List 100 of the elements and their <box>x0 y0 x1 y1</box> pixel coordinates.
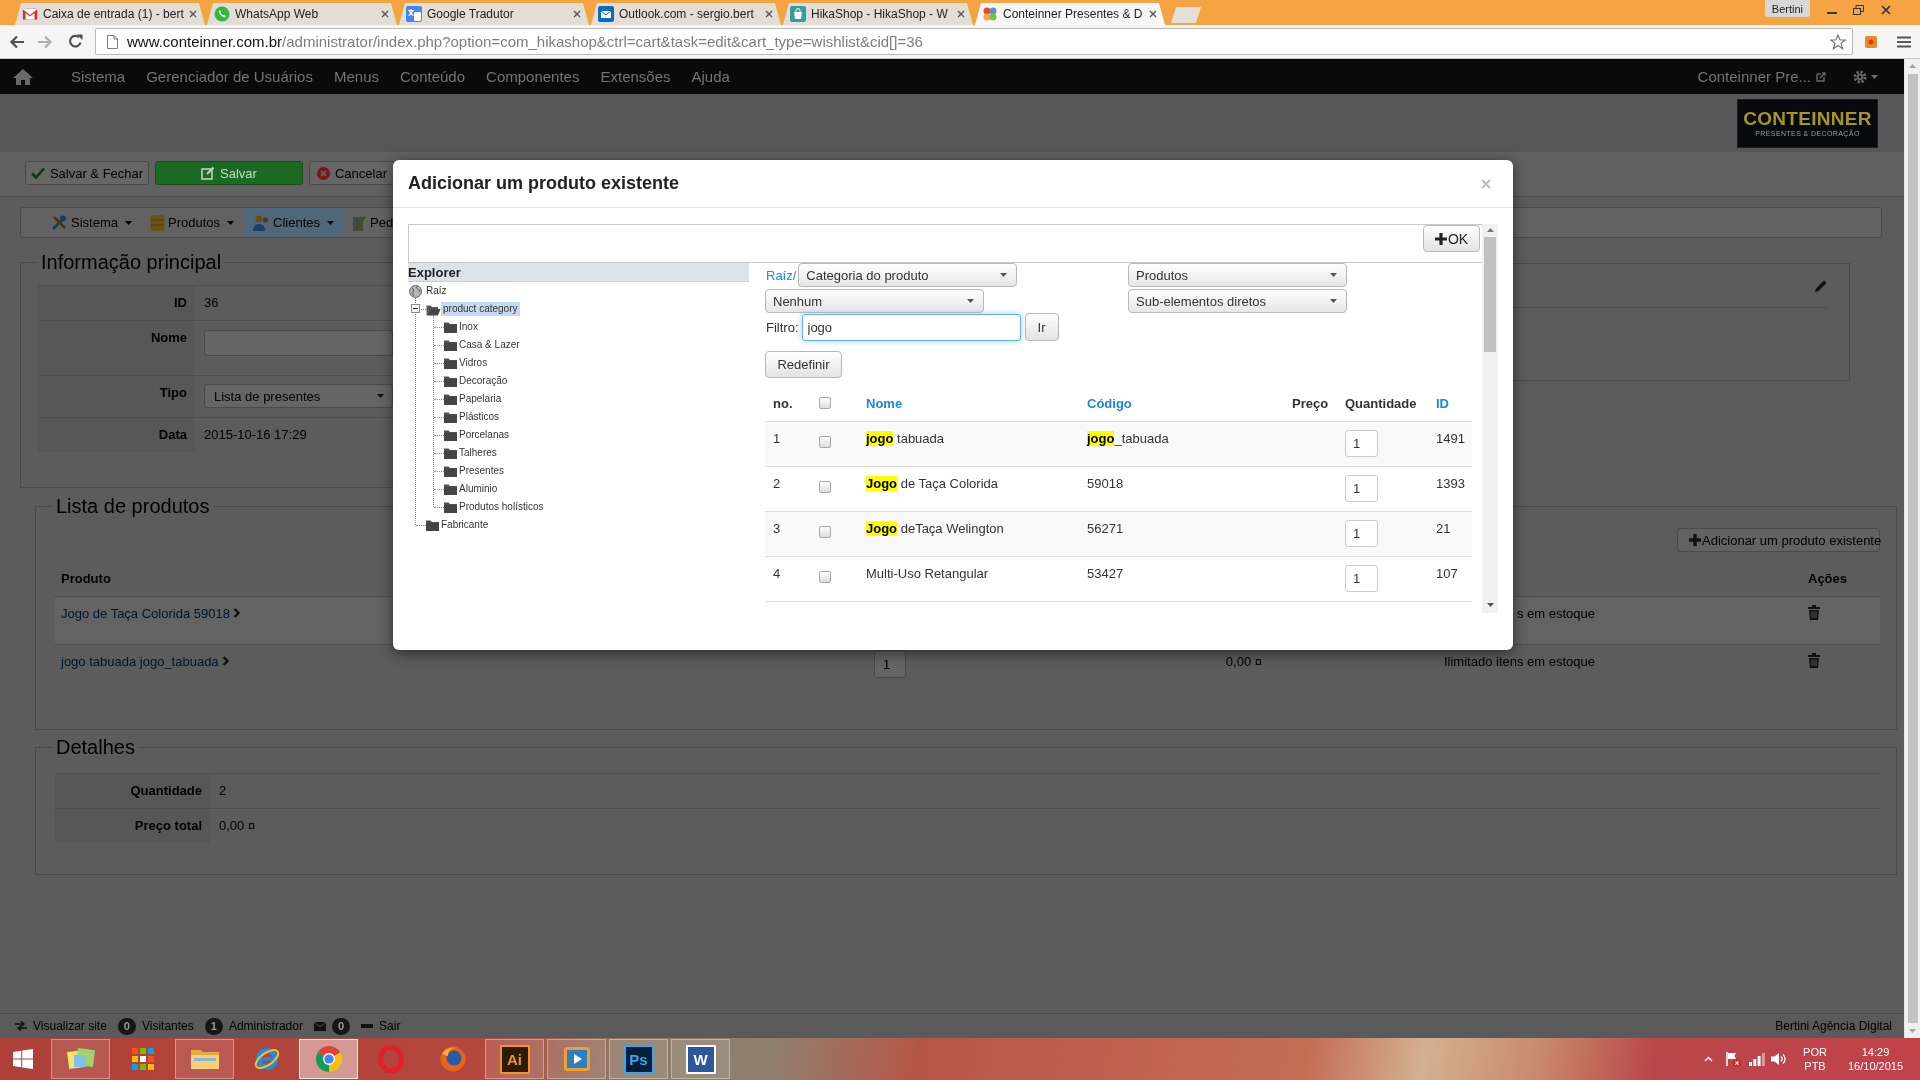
browser-tab[interactable]: WhatsApp Web <box>207 3 397 25</box>
restore-icon[interactable] <box>1853 5 1864 15</box>
checkbox[interactable] <box>819 397 831 409</box>
trash-icon[interactable] <box>1808 653 1820 668</box>
tree-item[interactable]: Inox <box>457 320 480 334</box>
checkbox[interactable] <box>819 571 831 583</box>
toolbar-button[interactable]: Salvar & Fechar <box>25 161 149 185</box>
browser-tab[interactable]: Outlook.com - sergio.bert <box>591 3 781 25</box>
tree-item[interactable]: Talheres <box>457 446 499 460</box>
scrollbar-thumb[interactable] <box>1484 237 1496 352</box>
menu-item[interactable]: Ajuda <box>691 68 730 85</box>
column-header[interactable]: Código <box>1087 395 1132 411</box>
profile-button[interactable]: Bertini <box>1764 0 1810 17</box>
language-text[interactable]: PTB <box>1804 1059 1826 1073</box>
tree-item[interactable]: Papelaria <box>457 392 504 406</box>
checkbox[interactable] <box>819 481 831 493</box>
chevron-icon[interactable] <box>221 656 229 666</box>
volume-icon[interactable] <box>1771 1052 1787 1066</box>
taskbar-button[interactable]: Ai <box>485 1039 544 1079</box>
dropdown[interactable]: Lista de presentes <box>204 384 393 408</box>
menu-item[interactable]: Extensões <box>600 68 671 85</box>
close-icon[interactable] <box>189 10 197 18</box>
trash-icon[interactable] <box>1808 605 1820 620</box>
tree-item[interactable]: product category <box>441 302 520 316</box>
browser-tab[interactable]: Google Tradutor <box>399 3 589 25</box>
dropdown[interactable]: Categoria do produto <box>798 263 1018 287</box>
menu-item[interactable]: Conteúdo <box>400 68 466 85</box>
ok-button[interactable]: OK <box>1423 225 1480 252</box>
extension-icon[interactable] <box>1864 34 1878 49</box>
arrow-up-icon[interactable] <box>1909 64 1916 68</box>
scrollbar-thumb[interactable] <box>1907 74 1918 1023</box>
browser-tab[interactable]: HikaShop - HikaShop - W <box>783 3 973 25</box>
back-icon[interactable] <box>9 34 25 49</box>
taskbar-button[interactable]: Ps <box>609 1039 668 1079</box>
tree-item[interactable]: Aluminio <box>457 482 500 496</box>
checkbox[interactable] <box>819 436 831 448</box>
quantity-field[interactable]: 1 <box>1345 475 1378 502</box>
taskbar-button[interactable] <box>51 1039 110 1079</box>
dropdown[interactable]: Sub-elementos diretos <box>1128 289 1347 313</box>
taskbar-button[interactable] <box>299 1039 358 1079</box>
taskbar-button[interactable] <box>547 1039 606 1079</box>
home-icon[interactable] <box>12 67 34 86</box>
clock-time[interactable]: 14:29 <box>1861 1045 1890 1059</box>
close-icon[interactable] <box>1880 5 1891 15</box>
checkbox[interactable] <box>819 526 831 538</box>
taskbar-button[interactable]: W <box>671 1039 730 1079</box>
menu-item[interactable]: Gerenciador de Usuários <box>146 68 313 85</box>
text-field[interactable] <box>204 330 393 356</box>
tree-item[interactable]: Casa & Lazer <box>457 338 522 352</box>
browser-tab[interactable]: Caixa de entrada (1) - bert <box>15 3 205 25</box>
reload-icon[interactable] <box>67 34 83 49</box>
close-icon[interactable] <box>381 10 389 18</box>
tree-item[interactable]: Decoração <box>457 374 510 388</box>
close-icon[interactable] <box>1149 10 1157 18</box>
clock-date[interactable]: 16/10/2015 <box>1847 1059 1904 1073</box>
menu-item[interactable]: Menus <box>333 68 379 85</box>
arrow-down-icon[interactable] <box>1486 603 1494 607</box>
taskbar-button[interactable] <box>175 1039 234 1079</box>
gear-icon[interactable] <box>1853 69 1867 84</box>
tree-item[interactable]: Produtos holísticos <box>457 500 546 514</box>
tree-item[interactable]: Presentes <box>457 464 507 478</box>
language-text[interactable]: POR <box>1803 1045 1827 1059</box>
menu-item[interactable]: Sistema <box>71 68 126 85</box>
tree-item[interactable]: Vidros <box>457 356 490 370</box>
quantity-field[interactable]: 1 <box>1345 520 1378 547</box>
tree-item[interactable]: Fabricante <box>439 518 491 532</box>
dropdown[interactable]: Produtos <box>1128 263 1347 287</box>
quantity-field[interactable]: 1 <box>1345 565 1378 592</box>
address-bar[interactable]: www.conteinner.com.br/administrator/index.php?option=com_hikashop&ctrl=cart&task=edit&cart_type=wishlist&cid[]=36 <box>95 28 1853 55</box>
breadcrumb-link[interactable]: Raíz/ <box>765 267 797 283</box>
tree-item[interactable]: Raíz <box>424 284 449 298</box>
tree-item[interactable]: Porcelanas <box>457 428 512 442</box>
flag-icon[interactable] <box>1725 1051 1741 1067</box>
collapse-icon[interactable] <box>411 304 420 313</box>
quantity-field[interactable]: 1 <box>1345 430 1378 457</box>
chevron-up-icon[interactable] <box>1704 1056 1713 1062</box>
menu-item[interactable]: Componentes <box>486 68 580 85</box>
arrow-up-icon[interactable] <box>1486 228 1494 232</box>
star-icon[interactable] <box>1830 33 1846 50</box>
filter-field[interactable]: jogo <box>801 313 1021 341</box>
start-icon[interactable] <box>13 1049 33 1069</box>
site-link[interactable]: Conteinner Pre... <box>1697 68 1811 85</box>
close-icon[interactable] <box>573 10 581 18</box>
close-icon[interactable] <box>957 10 965 18</box>
signal-icon[interactable] <box>1749 1052 1765 1066</box>
reset-button[interactable]: Redefinir <box>765 351 842 378</box>
menu-icon[interactable] <box>1897 35 1911 48</box>
forward-icon[interactable] <box>37 34 53 49</box>
quantity-field[interactable]: 1 <box>874 650 906 678</box>
chevron-icon[interactable] <box>232 608 240 618</box>
tree-item[interactable]: Plásticos <box>457 410 501 424</box>
dropdown[interactable]: Nenhum <box>765 289 984 313</box>
column-header[interactable]: Nome <box>866 395 903 411</box>
submenu-item[interactable]: Clientes <box>243 208 343 237</box>
toolbar-button[interactable]: Salvar <box>155 161 303 185</box>
go-button[interactable]: Ir <box>1024 313 1059 341</box>
close-icon[interactable] <box>765 10 773 18</box>
pencil-icon[interactable] <box>1814 278 1828 293</box>
toolbar-button[interactable]: Cancelar <box>309 161 395 185</box>
scrollbar[interactable] <box>1482 224 1498 613</box>
